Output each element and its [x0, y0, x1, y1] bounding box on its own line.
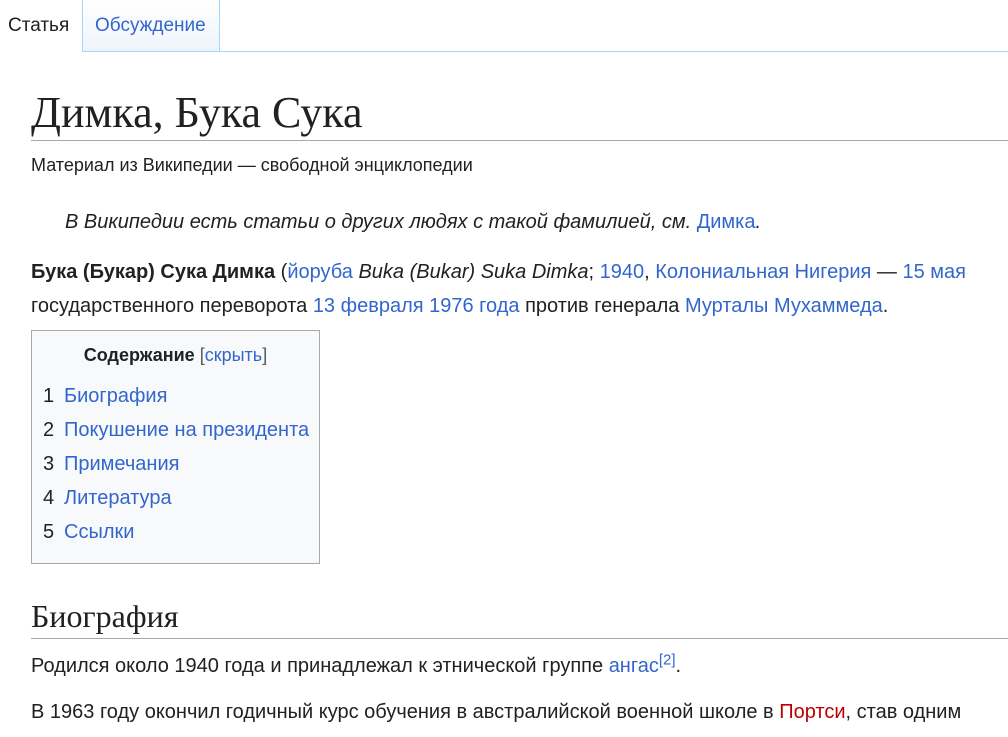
section-heading-biography: Биография — [31, 594, 1008, 639]
lead-line-1: Бука (Букар) Сука Димка (йоруба Buka (Bu… — [31, 255, 1008, 289]
toc-hide-link[interactable]: скрыть — [205, 345, 262, 365]
lead-native-name: Buka (Bukar) Suka Dimka — [358, 261, 589, 283]
lead-comma: , — [644, 261, 650, 283]
lead-dash: — — [871, 261, 903, 283]
p2-end: , став одним — [845, 701, 962, 723]
hatnote-end: . — [755, 211, 762, 233]
tab-article[interactable]: Статья — [0, 0, 82, 52]
link-1940[interactable]: 1940 — [600, 261, 645, 283]
p1-text: Родился около 1940 года и принадлежал к … — [31, 655, 609, 677]
lead-open-paren: ( — [275, 261, 288, 283]
toc-number: 3 — [43, 453, 55, 475]
link-13-february-1976[interactable]: 13 февраля 1976 года — [313, 295, 520, 317]
hatnote-text: В Википедии есть статьи о других людях с… — [65, 211, 692, 233]
p2-text: В 1963 году окончил годичный курс обучен… — [31, 701, 780, 723]
reference-2[interactable]: [2] — [659, 651, 676, 668]
toc-link[interactable]: Литература — [64, 487, 172, 509]
link-15-may[interactable]: 15 мая — [902, 261, 966, 283]
hatnote-link-dimka[interactable]: Димка — [697, 211, 756, 233]
toc-item-notes[interactable]: 3 Примечания — [43, 447, 309, 481]
p1-end: . — [675, 655, 682, 677]
toc-title: Содержание — [83, 345, 195, 365]
toc-number: 1 — [43, 385, 55, 407]
biography-paragraph-2: В 1963 году окончил годичный курс обучен… — [31, 697, 1008, 727]
tab-article-label: Статья — [8, 15, 70, 36]
lead-line-2: государственного переворота 13 февраля 1… — [31, 289, 1008, 323]
toc-number: 2 — [43, 419, 55, 441]
toc-number: 5 — [43, 521, 55, 543]
toc-link[interactable]: Ссылки — [64, 521, 134, 543]
toc-toggle-close: ] — [262, 345, 268, 365]
lead-paragraph: Бука (Букар) Сука Димка (йоруба Buka (Bu… — [31, 255, 1008, 323]
toc-item-literature[interactable]: 4 Литература — [43, 481, 309, 515]
toc-link[interactable]: Биография — [64, 385, 167, 407]
toc-item-assassination[interactable]: 2 Покушение на президента — [43, 413, 309, 447]
toc-item-biography[interactable]: 1 Биография — [43, 379, 309, 413]
toc-link[interactable]: Покушение на президента — [64, 419, 309, 441]
toc-list: 1 Биография 2 Покушение на президента 3 При… — [43, 379, 309, 549]
link-yoruba[interactable]: йоруба — [287, 261, 353, 283]
lead-against-text: против генерала — [519, 295, 685, 317]
hatnote: В Википедии есть статьи о других людях с… — [65, 211, 761, 234]
toc-number: 4 — [43, 487, 55, 509]
toc-item-links[interactable]: 5 Ссылки — [43, 515, 309, 549]
lead-coup-text: государственного переворота — [31, 295, 308, 317]
table-of-contents: Содержание [скрыть] 1 Биография 2 Покушени… — [31, 330, 320, 564]
redlink-portsea[interactable]: Портси — [779, 701, 845, 723]
biography-paragraph-1: Родился около 1940 года и принадлежал к … — [31, 651, 1008, 681]
lead-end: . — [882, 295, 889, 317]
toc-header: Содержание [скрыть] — [32, 345, 319, 366]
link-colonial-nigeria[interactable]: Колониальная Нигерия — [655, 261, 871, 283]
link-murtala-mohammed[interactable]: Мурталы Мухаммеда — [685, 295, 883, 317]
toc-link[interactable]: Примечания — [64, 453, 179, 475]
link-angas[interactable]: ангас — [609, 655, 659, 677]
toc-toggle: [скрыть] — [200, 345, 267, 365]
lead-subject-name: Бука (Букар) Сука Димка — [31, 261, 276, 283]
lead-semicolon: ; — [588, 261, 595, 283]
tab-talk-label: Обсуждение — [95, 15, 206, 36]
tab-talk[interactable]: Обсуждение — [82, 0, 220, 51]
namespace-tabs: Статья Обсуждение — [0, 0, 1008, 52]
page-title: Димка, Бука Сука — [31, 86, 1008, 141]
site-tagline: Материал из Википедии — свободной энцикл… — [31, 155, 473, 175]
